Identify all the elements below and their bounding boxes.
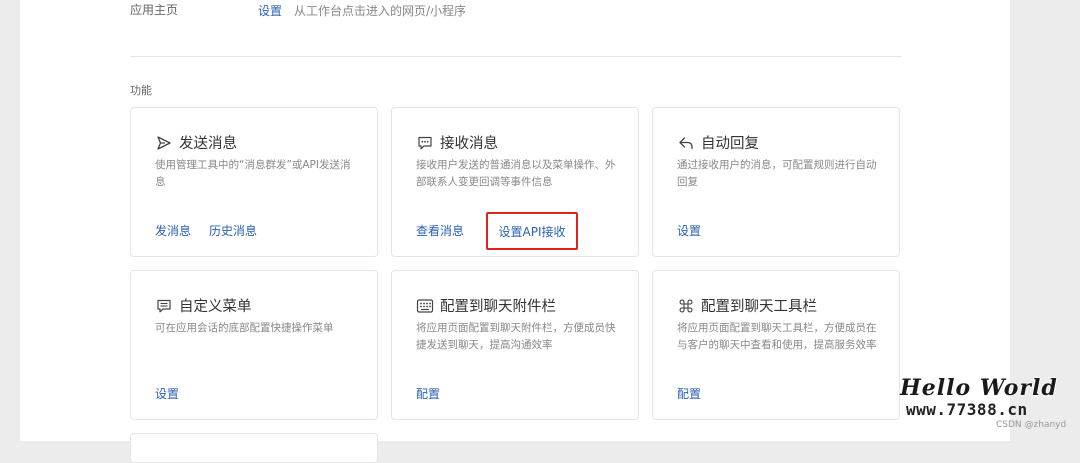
card-receive-message: 接收消息 接收用户发送的普通消息以及菜单操作、外部联系人变更回调等事件信息 查看… [391,107,639,257]
card-description: 通过接收用户的消息，可配置规则进行自动回复 [677,159,877,188]
card-title: 自定义菜单 [179,299,252,315]
chat-icon [416,134,434,152]
configure-attachment-bar-link[interactable]: 配置 [416,385,440,402]
card-chat-attachment-bar: 配置到聊天附件栏 将应用页面配置到聊天附件栏，方便成员快捷发送到聊天，提高沟通效… [391,270,639,420]
send-message-link[interactable]: 发消息 [155,222,191,239]
card-custom-menu: 自定义菜单 可在应用会话的底部配置快捷操作菜单 设置 [130,270,378,420]
card-title: 配置到聊天附件栏 [440,299,556,315]
highlight-box: 设置API接收 [486,212,578,250]
card-send-message: 发送消息 使用管理工具中的“消息群发”或API发送消息 发消息 历史消息 [130,107,378,257]
watermark: Hello World www.77388.cn CSDN @zhanyd [900,375,1070,435]
card-title: 配置到聊天工具栏 [701,299,817,315]
card-description: 将应用页面配置到聊天工具栏，方便成员在与客户的聊天中查看和使用，提高服务效率 [677,322,877,351]
attachment-bar-icon [416,297,434,315]
reply-icon [677,134,695,152]
toolbar-icon [677,297,695,315]
card-chat-toolbar: 配置到聊天工具栏 将应用页面配置到聊天工具栏，方便成员在与客户的聊天中查看和使用… [652,270,900,420]
watermark-url: www.77388.cn [906,400,1028,419]
card-description: 将应用页面配置到聊天附件栏，方便成员快捷发送到聊天，提高沟通效率 [416,322,616,351]
auto-reply-settings-link[interactable]: 设置 [677,222,701,239]
card-title: 发送消息 [179,136,237,152]
card-auto-reply: 自动回复 通过接收用户的消息，可配置规则进行自动回复 设置 [652,107,900,257]
card-description: 使用管理工具中的“消息群发”或API发送消息 [155,159,351,188]
configure-toolbar-link[interactable]: 配置 [677,385,701,402]
card-title: 自动回复 [701,136,759,152]
card-title: 接收消息 [440,136,498,152]
section-title-features: 功能 [130,84,152,97]
set-api-receive-link[interactable]: 设置API接收 [499,223,566,240]
divider [130,56,902,57]
card-partial [130,433,378,463]
app-home-row: 应用主页 设置 从工作台点击进入的网页/小程序 [20,0,1010,30]
app-settings-panel: 应用主页 设置 从工作台点击进入的网页/小程序 功能 发送消息 使用管理工具中的… [20,0,1010,463]
send-icon [155,134,173,152]
watermark-credit: CSDN @zhanyd [996,420,1067,430]
custom-menu-settings-link[interactable]: 设置 [155,385,179,402]
app-home-settings-link[interactable]: 设置 [258,2,282,19]
card-description: 接收用户发送的普通消息以及菜单操作、外部联系人变更回调等事件信息 [416,159,616,188]
card-description: 可在应用会话的底部配置快捷操作菜单 [155,322,334,334]
view-messages-link[interactable]: 查看消息 [416,222,464,239]
message-history-link[interactable]: 历史消息 [209,222,257,239]
menu-icon [155,297,173,315]
app-home-label: 应用主页 [130,3,179,17]
app-home-description: 从工作台点击进入的网页/小程序 [294,4,467,18]
watermark-title: Hello World [900,375,1058,401]
